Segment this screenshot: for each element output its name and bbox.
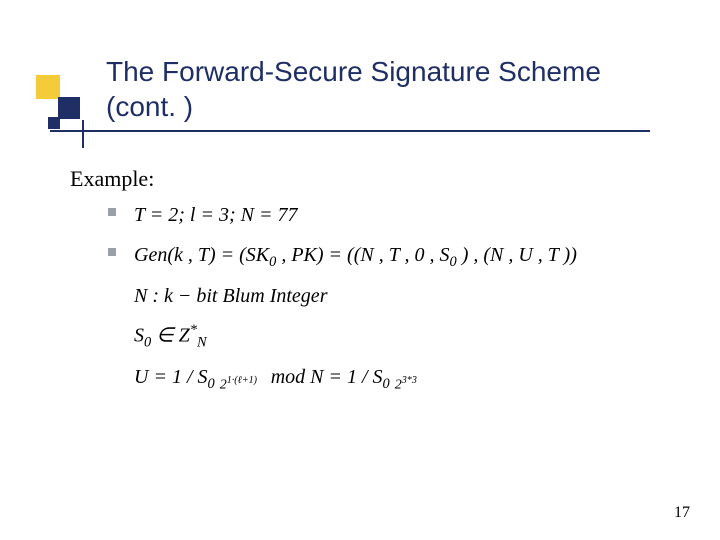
eq-u: U = 1 / S0 21·(ℓ+1) mod N = 1 / S0 23*3 xyxy=(134,366,577,393)
title-tick xyxy=(82,120,84,148)
gen-block: Gen(k , T) = (SK0 , PK) = ((N , T , 0 , … xyxy=(134,240,577,397)
eq-parameters: T = 2; l = 3; N = 77 xyxy=(134,204,297,228)
accent-square-navy xyxy=(58,97,80,119)
title-line-2: (cont. ) xyxy=(106,91,193,122)
blum-integer-label: Blum Integer xyxy=(223,285,328,307)
list-item: Gen(k , T) = (SK0 , PK) = ((N , T , 0 , … xyxy=(108,240,577,397)
eq-n-blum: N : k − bit Blum Integer xyxy=(134,285,577,308)
accent-square-yellow xyxy=(36,75,60,99)
title-underline xyxy=(50,130,650,132)
slide: The Forward-Secure Signature Scheme (con… xyxy=(0,0,720,540)
example-label: Example: xyxy=(70,166,154,192)
bullet-icon xyxy=(108,248,116,256)
eq-gen: Gen(k , T) = (SK0 , PK) = ((N , T , 0 , … xyxy=(134,244,577,271)
math-body: T = 2; l = 3; N = 77 Gen(k , T) = (SK0 ,… xyxy=(108,200,577,405)
eq-s0: S0 ∈ Z*N xyxy=(134,322,577,352)
page-number: 17 xyxy=(674,504,690,522)
slide-title: The Forward-Secure Signature Scheme (con… xyxy=(106,54,601,124)
bullet-icon xyxy=(108,208,116,216)
title-line-1: The Forward-Secure Signature Scheme xyxy=(106,56,601,87)
accent-square-navy-small xyxy=(48,117,60,129)
list-item: T = 2; l = 3; N = 77 xyxy=(108,200,577,232)
